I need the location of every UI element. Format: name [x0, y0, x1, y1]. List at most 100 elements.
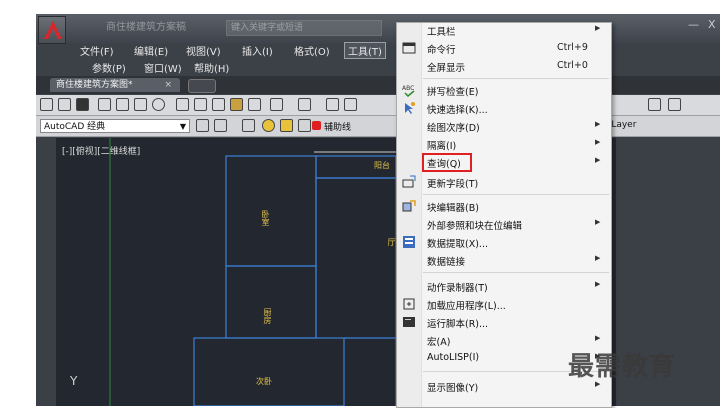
minimize-button[interactable]: —	[688, 18, 699, 31]
menu-item-shortcut: Ctrl+0	[557, 60, 588, 71]
room-label-second-bedroom: 次卧	[256, 377, 272, 386]
chevron-down-icon: ▼	[179, 122, 186, 131]
search-input[interactable]: 键入关键字或短语	[226, 20, 382, 36]
paste-icon[interactable]	[212, 98, 225, 111]
svg-text:ABC: ABC	[402, 85, 414, 92]
menu-item-data-links[interactable]: 数据链接 ▶	[397, 251, 611, 269]
print-preview-icon[interactable]	[116, 98, 129, 111]
menu-edit[interactable]: 编辑(E)	[134, 43, 168, 58]
menu-item-label: 运行脚本(R)...	[427, 319, 489, 330]
cut-icon[interactable]	[176, 98, 189, 111]
tab-close-icon[interactable]: ×	[164, 78, 172, 92]
menu-separator	[423, 272, 609, 273]
application-menu-button[interactable]	[38, 16, 66, 44]
match-properties-icon[interactable]	[230, 98, 243, 111]
layer-freeze-icon[interactable]	[280, 119, 293, 132]
new-tab-button[interactable]	[188, 79, 216, 93]
menu-item-xref-edit[interactable]: 外部参照和块在位编辑 ▶	[397, 215, 611, 233]
workspace-select[interactable]: AutoCAD 经典 ▼	[40, 119, 190, 133]
menu-item-fullscreen[interactable]: 全屏显示 Ctrl+0	[397, 57, 611, 75]
menu-format[interactable]: 格式(O)	[294, 43, 330, 58]
save-icon[interactable]	[76, 98, 89, 111]
ucs-y-axis-label: Y	[70, 374, 78, 388]
pan-icon[interactable]	[326, 98, 339, 111]
menu-item-label: 更新字段(T)	[427, 179, 479, 190]
watermark-text: 最需教育	[568, 352, 677, 382]
menu-item-spell-check[interactable]: ABC 拼写检查(E)	[397, 81, 611, 99]
menu-item-label: AutoLISP(I)	[427, 352, 480, 363]
menu-separator	[423, 78, 609, 79]
command-line-icon	[402, 42, 416, 54]
submenu-arrow-icon: ▶	[595, 218, 601, 226]
menu-tools[interactable]: 工具(T)	[344, 42, 386, 59]
close-button[interactable]: X	[708, 18, 716, 31]
menu-item-data-extraction[interactable]: 数据提取(X)...	[397, 233, 611, 251]
menu-item-label: 工具栏	[427, 27, 456, 38]
update-field-icon	[402, 175, 416, 188]
menu-item-label: 数据提取(X)...	[427, 239, 488, 250]
block-icon[interactable]	[248, 98, 261, 111]
draw-toolbar	[36, 138, 56, 406]
dimension-icon[interactable]	[648, 98, 661, 111]
menu-insert[interactable]: 插入(I)	[242, 43, 273, 58]
room-label-bedroom: 卧室	[261, 210, 270, 226]
block-editor-icon	[402, 200, 416, 212]
menu-item-label: 快速选择(K)...	[427, 105, 488, 116]
menu-item-command-line[interactable]: 命令行 Ctrl+9	[397, 39, 611, 57]
submenu-arrow-icon: ▶	[595, 156, 601, 164]
print-icon[interactable]	[98, 98, 111, 111]
menu-view[interactable]: 视图(V)	[186, 43, 221, 58]
new-file-icon[interactable]	[40, 98, 53, 111]
menu-item-isolate[interactable]: 隔离(I) ▶	[397, 135, 611, 153]
layer-light-icon[interactable]	[262, 119, 275, 132]
undo-icon[interactable]	[270, 98, 283, 111]
submenu-arrow-icon: ▶	[595, 334, 601, 342]
plot-icon[interactable]	[152, 98, 165, 111]
menu-item-label: 显示图像(Y)	[427, 383, 479, 394]
standard-toolbar	[36, 95, 720, 116]
menu-item-draw-order[interactable]: 绘图次序(D) ▶	[397, 117, 611, 135]
menu-item-action-recorder[interactable]: 动作录制器(T) ▶	[397, 277, 611, 295]
submenu-arrow-icon: ▶	[595, 254, 601, 262]
properties-toolbar: AutoCAD 经典 ▼ 辅助线 yLayer	[36, 116, 720, 137]
room-label-kitchen: 厨房	[263, 308, 272, 324]
menu-item-label: 隔离(I)	[427, 141, 457, 152]
menu-item-label: 块编辑器(B)	[427, 203, 479, 214]
layer-lock-icon[interactable]	[298, 119, 311, 132]
submenu-arrow-icon: ▶	[595, 138, 601, 146]
menu-separator	[423, 194, 609, 195]
menu-item-quick-select[interactable]: 快速选择(K)...	[397, 99, 611, 117]
load-app-icon	[403, 298, 415, 310]
copy-icon[interactable]	[194, 98, 207, 111]
title-bar: 商住楼建筑方案稿 键入关键字或短语 — X	[36, 14, 720, 44]
window-title: 商住楼建筑方案稿	[106, 22, 186, 33]
menu-item-run-script[interactable]: 运行脚本(R)...	[397, 313, 611, 331]
menu-item-load-application[interactable]: 加载应用程序(L)...	[397, 295, 611, 313]
workspace-settings-icon[interactable]	[196, 119, 209, 132]
submenu-arrow-icon: ▶	[595, 24, 601, 32]
document-tab-bar: 商住楼建筑方案图* ×	[36, 76, 720, 94]
menu-item-toolbars[interactable]: 工具栏 ▶	[397, 23, 611, 39]
menu-item-label: 绘图次序(D)	[427, 123, 480, 134]
run-script-icon	[403, 317, 415, 327]
document-tab-label: 商住楼建筑方案图*	[56, 80, 133, 90]
menu-item-label: 拼写检查(E)	[427, 87, 479, 98]
room-label-balcony: 阳台	[374, 161, 390, 170]
publish-icon[interactable]	[134, 98, 147, 111]
layer-color-swatch	[312, 121, 321, 130]
current-layer-name[interactable]: 辅助线	[324, 120, 351, 133]
document-tab[interactable]: 商住楼建筑方案图* ×	[50, 78, 180, 92]
menu-item-update-fields[interactable]: 更新字段(T)	[397, 173, 611, 191]
menu-file[interactable]: 文件(F)	[80, 43, 114, 58]
menu-help[interactable]: 帮助(H)	[194, 60, 229, 75]
toolbar-lock-icon[interactable]	[214, 119, 227, 132]
redo-icon[interactable]	[298, 98, 311, 111]
zoom-icon[interactable]	[344, 98, 357, 111]
layer-properties-icon[interactable]	[242, 119, 255, 132]
workspace-select-value: AutoCAD 经典	[44, 122, 106, 132]
polyline-icon[interactable]	[668, 98, 681, 111]
open-file-icon[interactable]	[58, 98, 71, 111]
menu-window[interactable]: 窗口(W)	[144, 60, 182, 75]
menu-parametric[interactable]: 参数(P)	[92, 60, 126, 75]
menu-item-block-editor[interactable]: 块编辑器(B)	[397, 197, 611, 215]
